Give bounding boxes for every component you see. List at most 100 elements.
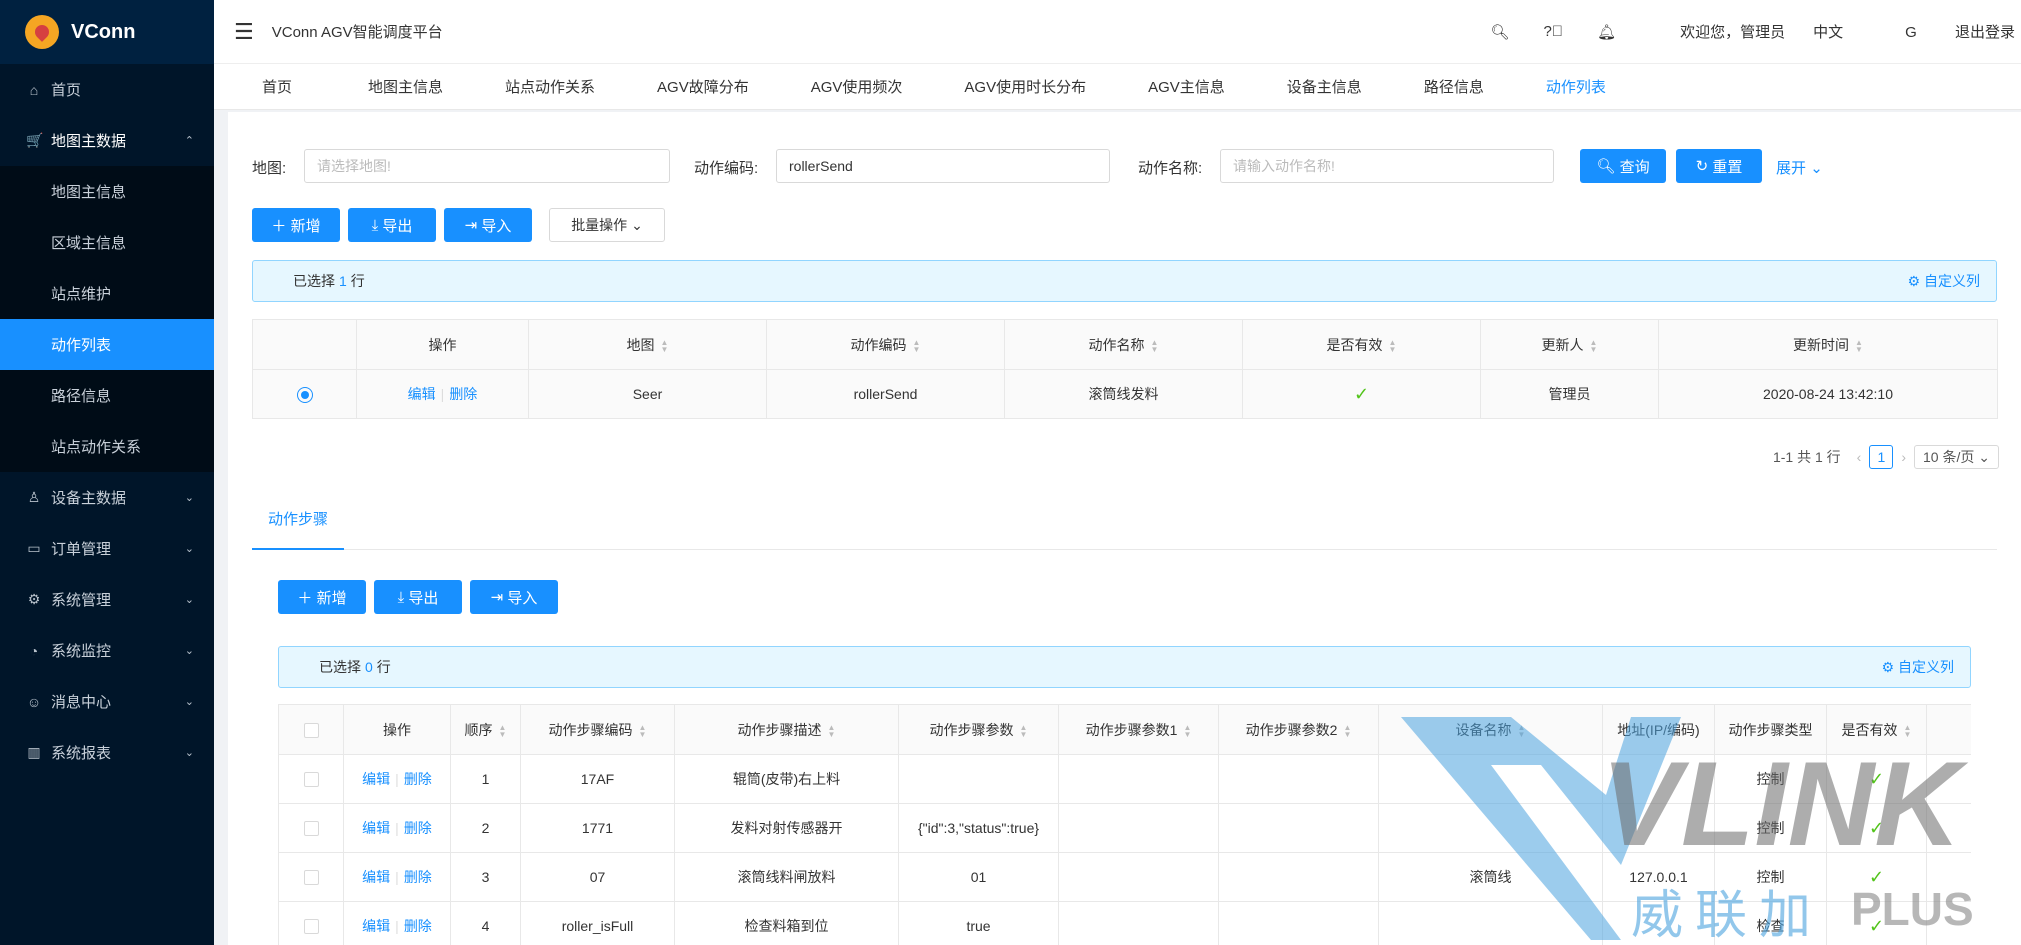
- sidebar-item-system[interactable]: ⚙ 系统管理 ⌄: [0, 574, 214, 625]
- sidebar-item-site-maint[interactable]: 站点维护: [0, 268, 214, 319]
- row-radio[interactable]: [296, 386, 313, 403]
- page-1[interactable]: 1: [1869, 445, 1894, 469]
- sort-icon: ▲ ▼: [1903, 722, 1912, 739]
- col-more: 更: [1926, 704, 1971, 755]
- reset-button[interactable]: ↻ 重置: [1676, 149, 1762, 183]
- custom-columns-link[interactable]: ⚙ 自定义列: [1882, 657, 1954, 677]
- sidebar-item-home[interactable]: ⌂ 首页: [0, 64, 214, 115]
- table-row[interactable]: 编辑 | 删除 4 roller_isFull 检查料箱到位 true 检查 ✓: [278, 901, 1971, 945]
- order-icon: ▭: [27, 540, 41, 556]
- prev-page-icon[interactable]: ‹: [1857, 449, 1862, 465]
- language-switch[interactable]: 中文: [1813, 21, 1843, 42]
- table-row[interactable]: 编辑 | 删除 3 07 滚筒线料闸放料 01 滚筒线 127.0.0.1 控制 ✓: [278, 852, 1971, 902]
- col-valid[interactable]: 是否有效 ▲ ▼: [1242, 319, 1481, 370]
- sidebar-item-action-list[interactable]: 动作列表: [0, 319, 214, 370]
- export-button[interactable]: ⤓ 导出: [348, 208, 436, 242]
- col-actions: 操作: [356, 319, 529, 370]
- check-icon: ✓: [1868, 817, 1885, 838]
- delete-link[interactable]: 删除: [404, 820, 432, 836]
- tab-agv-freq[interactable]: AGV使用频次: [811, 76, 903, 97]
- delete-link[interactable]: 删除: [404, 918, 432, 934]
- edit-link[interactable]: 编辑: [408, 386, 436, 402]
- add-button[interactable]: ＋ 新增: [252, 208, 340, 242]
- col-step-param2[interactable]: 动作步骤参数2 ▲ ▼: [1218, 704, 1379, 755]
- edit-link[interactable]: 编辑: [362, 771, 390, 787]
- next-page-icon[interactable]: ›: [1901, 449, 1906, 465]
- tab-agv-duration[interactable]: AGV使用时长分布: [964, 76, 1086, 97]
- tab-map-info[interactable]: 地图主信息: [368, 76, 443, 97]
- steps-tabbar: [252, 508, 1997, 550]
- tab-action-list[interactable]: 动作列表: [1546, 76, 1606, 97]
- col-seq[interactable]: 顺序 ▲ ▼: [450, 704, 521, 755]
- tab-agv-fault[interactable]: AGV故障分布: [657, 76, 749, 97]
- sort-icon: ▲ ▼: [1517, 722, 1526, 739]
- help-icon[interactable]: ?⃝: [1543, 23, 1563, 40]
- table-row[interactable]: 编辑 | 删除 Seer rollerSend 滚筒线发料 ✓ 管理员 2020-0…: [252, 369, 1998, 419]
- row-checkbox[interactable]: [303, 772, 319, 788]
- row-checkbox[interactable]: [303, 821, 319, 837]
- batch-button[interactable]: 批量操作 ⌄: [549, 208, 665, 242]
- sidebar-item-path-info[interactable]: 路径信息: [0, 370, 214, 421]
- bell-icon[interactable]: 🔔︎: [1597, 23, 1616, 41]
- expand-link[interactable]: 展开 ⌄: [1776, 157, 1823, 178]
- edit-link[interactable]: 编辑: [362, 918, 390, 934]
- tab-path-info[interactable]: 路径信息: [1424, 76, 1484, 97]
- logout-button[interactable]: G 退出登录: [1871, 21, 2015, 42]
- sort-icon: ▲ ▼: [1150, 337, 1159, 354]
- import-button[interactable]: ⇥ 导入: [444, 208, 532, 242]
- col-step-desc[interactable]: 动作步骤描述 ▲ ▼: [674, 704, 899, 755]
- delete-link[interactable]: 删除: [404, 771, 432, 787]
- sort-icon: ▲ ▼: [827, 722, 836, 739]
- name-input[interactable]: 请输入动作名称!: [1220, 149, 1554, 183]
- col-map[interactable]: 地图 ▲ ▼: [528, 319, 767, 370]
- download-icon: ⤓: [397, 588, 409, 606]
- selected-count: 0: [365, 659, 373, 675]
- col-name[interactable]: 动作名称 ▲ ▼: [1004, 319, 1243, 370]
- menu-fold-icon[interactable]: ☰: [234, 19, 254, 45]
- step-add-button[interactable]: ＋ 新增: [278, 580, 366, 614]
- col-actions: 操作: [343, 704, 451, 755]
- check-icon: ✓: [1353, 383, 1370, 404]
- sidebar-item-map-master[interactable]: 🛒 地图主数据 ⌃: [0, 115, 214, 166]
- row-checkbox[interactable]: [303, 919, 319, 935]
- step-export-button[interactable]: ⤓ 导出: [374, 580, 462, 614]
- sidebar-item-monitor[interactable]: ◔ 系统监控 ⌄: [0, 625, 214, 676]
- sidebar-item-site-action[interactable]: 站点动作关系: [0, 421, 214, 472]
- col-step-param1[interactable]: 动作步骤参数1 ▲ ▼: [1058, 704, 1219, 755]
- col-device[interactable]: 设备名称 ▲ ▼: [1378, 704, 1603, 755]
- step-import-button[interactable]: ⇥ 导入: [470, 580, 558, 614]
- map-select[interactable]: 请选择地图!: [304, 149, 670, 183]
- col-step-code[interactable]: 动作步骤编码 ▲ ▼: [520, 704, 675, 755]
- tab-agv-info[interactable]: AGV主信息: [1148, 76, 1225, 97]
- code-input[interactable]: rollerSend: [776, 149, 1110, 183]
- query-button[interactable]: 🔍︎ 查询: [1580, 149, 1666, 183]
- table-row[interactable]: 编辑 | 删除 1 17AF 辊筒(皮带)右上料 控制 ✓: [278, 754, 1971, 804]
- welcome-text[interactable]: 欢迎您，管理员: [1680, 21, 1785, 42]
- sidebar-item-messages[interactable]: ☺ 消息中心 ⌄: [0, 676, 214, 727]
- search-icon[interactable]: 🔍︎: [1490, 23, 1509, 41]
- delete-link[interactable]: 删除: [449, 386, 477, 402]
- select-all-checkbox[interactable]: [303, 722, 319, 738]
- app-logo[interactable]: VConn: [0, 0, 214, 64]
- tab-device-info[interactable]: 设备主信息: [1287, 76, 1362, 97]
- tab-action-steps[interactable]: 动作步骤: [252, 508, 345, 550]
- edit-link[interactable]: 编辑: [362, 820, 390, 836]
- col-code[interactable]: 动作编码 ▲ ▼: [766, 319, 1005, 370]
- sidebar-item-reports[interactable]: ▥ 系统报表 ⌄: [0, 727, 214, 778]
- col-valid[interactable]: 是否有效 ▲ ▼: [1826, 704, 1927, 755]
- sidebar-item-map-info[interactable]: 地图主信息: [0, 166, 214, 217]
- edit-link[interactable]: 编辑: [362, 869, 390, 885]
- sidebar-item-device-master[interactable]: ♙ 设备主数据 ⌄: [0, 472, 214, 523]
- sidebar-item-area-info[interactable]: 区域主信息: [0, 217, 214, 268]
- col-updater[interactable]: 更新人 ▲ ▼: [1480, 319, 1659, 370]
- row-checkbox[interactable]: [303, 870, 319, 886]
- col-step-param[interactable]: 动作步骤参数 ▲ ▼: [898, 704, 1059, 755]
- sidebar-item-orders[interactable]: ▭ 订单管理 ⌄: [0, 523, 214, 574]
- col-time[interactable]: 更新时间 ▲ ▼: [1658, 319, 1998, 370]
- page-size-select[interactable]: 10 条/页 ⌄: [1914, 445, 1999, 469]
- tab-site-action[interactable]: 站点动作关系: [505, 76, 595, 97]
- tab-home[interactable]: 首页: [262, 76, 292, 97]
- table-row[interactable]: 编辑 | 删除 2 1771 发料对射传感器开 {"id":3,"status":t…: [278, 803, 1971, 853]
- custom-columns-link[interactable]: ⚙ 自定义列: [1908, 271, 1980, 291]
- delete-link[interactable]: 删除: [404, 869, 432, 885]
